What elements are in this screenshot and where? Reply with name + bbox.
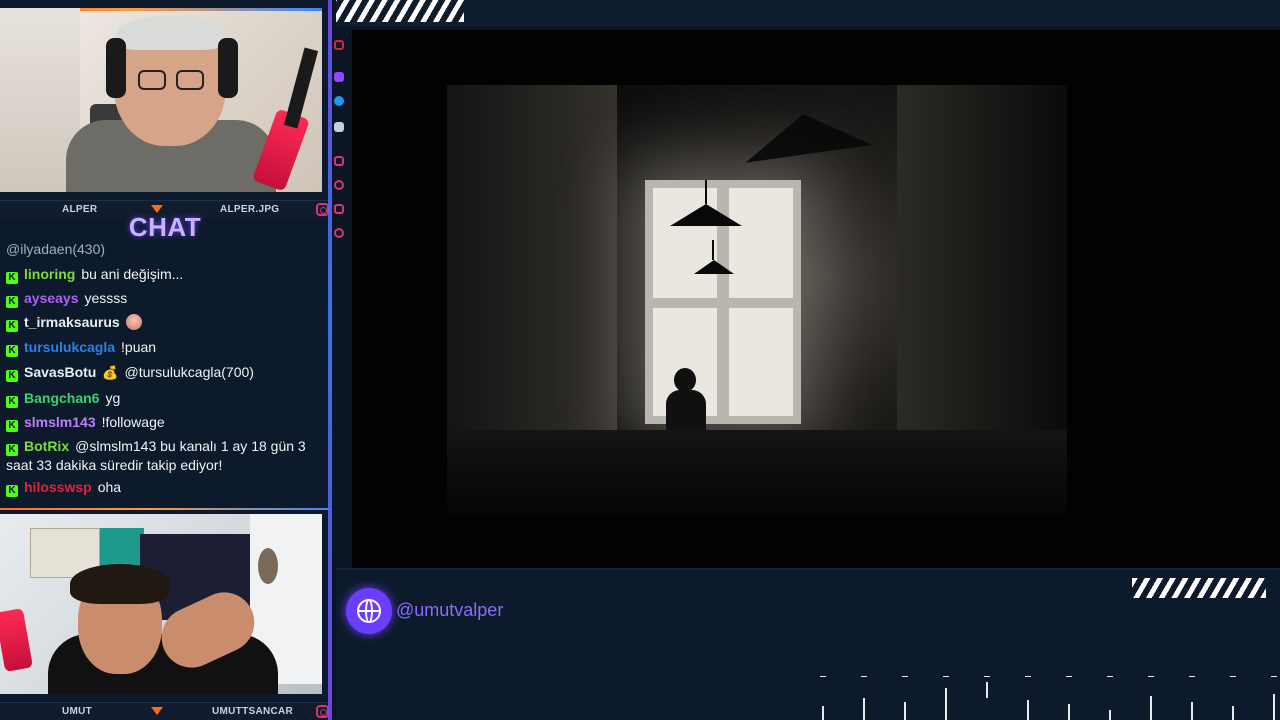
chat-panel: @ilyadaen(430) Klinoring bu ani değişim..… [0, 242, 330, 504]
instagram-icon[interactable] [334, 204, 344, 214]
game-capture [352, 30, 1280, 568]
chat-username[interactable]: slmslm143 [24, 414, 96, 430]
chat-username[interactable]: Bangchan6 [24, 390, 99, 406]
divider [0, 508, 330, 510]
corridor-floor [447, 430, 1067, 515]
chat-text: bu ani değişim... [81, 266, 184, 282]
chat-text: !followage [101, 414, 165, 430]
microphone [0, 608, 33, 672]
tiktok-icon[interactable] [334, 180, 344, 190]
left-column: ALPER ALPER.JPG CHAT @ilyadaen(430) Klin… [0, 0, 332, 720]
webcam-umut [0, 514, 322, 694]
twitter-icon[interactable] [334, 96, 344, 106]
girl-emote-icon [125, 314, 142, 330]
chat-username[interactable]: ayseays [24, 290, 79, 306]
instagram-icon[interactable] [334, 156, 344, 166]
chat-message: Ktursulukcagla !puan [6, 338, 326, 357]
instagram-icon[interactable] [334, 228, 344, 238]
kick-badge-icon: K [6, 320, 18, 332]
chat-line-cut: @ilyadaen(430) [6, 242, 106, 257]
chat-username[interactable]: linoring [24, 266, 75, 282]
decorative-stripes [1132, 578, 1266, 598]
chat-text: oha [97, 479, 122, 495]
chat-text: @tursulukcagla(700) [124, 364, 254, 380]
chat-message: Kayseays yessss [6, 289, 326, 308]
youtube-icon[interactable] [334, 40, 344, 50]
chat-username[interactable]: hilosswsp [24, 479, 92, 495]
top-bar [336, 0, 1280, 26]
money-bag-icon: 💰 [102, 365, 119, 380]
cam-handle-label: UMUTTSANCAR [212, 706, 294, 717]
chat-username[interactable]: tursulukcagla [24, 339, 115, 355]
discord-icon[interactable] [334, 122, 344, 132]
cam-name-bar-bottom: UMUT UMUTTSANCAR [0, 702, 332, 720]
chat-message: K SavasBotu 💰 @tursulukcagla(700) [6, 363, 326, 382]
twitch-icon[interactable] [334, 72, 344, 82]
left-column-border [328, 0, 332, 720]
hanging-lamp [694, 260, 734, 274]
kick-badge-icon: K [6, 396, 18, 408]
chat-message: Kt_irmaksaurus [6, 313, 326, 332]
kick-badge-icon: K [6, 370, 18, 382]
decorative-stripes [336, 0, 464, 22]
chat-message: Khilosswsp oha [6, 478, 326, 497]
chat-username[interactable]: SavasBotu [24, 364, 96, 380]
globe-icon [346, 588, 392, 634]
chat-message: Kslmslm143 !followage [6, 413, 326, 432]
kick-badge-icon: K [6, 444, 18, 456]
chat-message: K Bangchan6 yg [6, 389, 326, 408]
chat-message: Klinoring bu ani değişim... [6, 265, 326, 284]
hanging-lamp [670, 204, 742, 226]
chat-title: CHAT [128, 212, 202, 242]
chat-message: K BotRix @slmslm143 bu kanalı 1 ay 18 gün … [6, 437, 326, 474]
kick-badge-icon: K [6, 485, 18, 497]
chat-text: !puan [121, 339, 157, 355]
chat-text: yg [105, 390, 121, 406]
streamer-handle[interactable]: @umutvalper [396, 600, 503, 621]
decorative-tick-marks [816, 676, 1280, 720]
cam-name-label: UMUT [62, 706, 93, 717]
chat-text: yessss [84, 290, 128, 306]
webcam-alper [0, 8, 322, 192]
kick-badge-icon: K [6, 272, 18, 284]
kick-badge-icon: K [6, 296, 18, 308]
kick-badge-icon: K [6, 420, 18, 432]
kick-badge-icon: K [6, 345, 18, 357]
chat-username[interactable]: t_irmaksaurus [24, 314, 120, 330]
chat-username[interactable]: BotRix [24, 438, 69, 454]
chevron-down-icon [151, 707, 163, 715]
